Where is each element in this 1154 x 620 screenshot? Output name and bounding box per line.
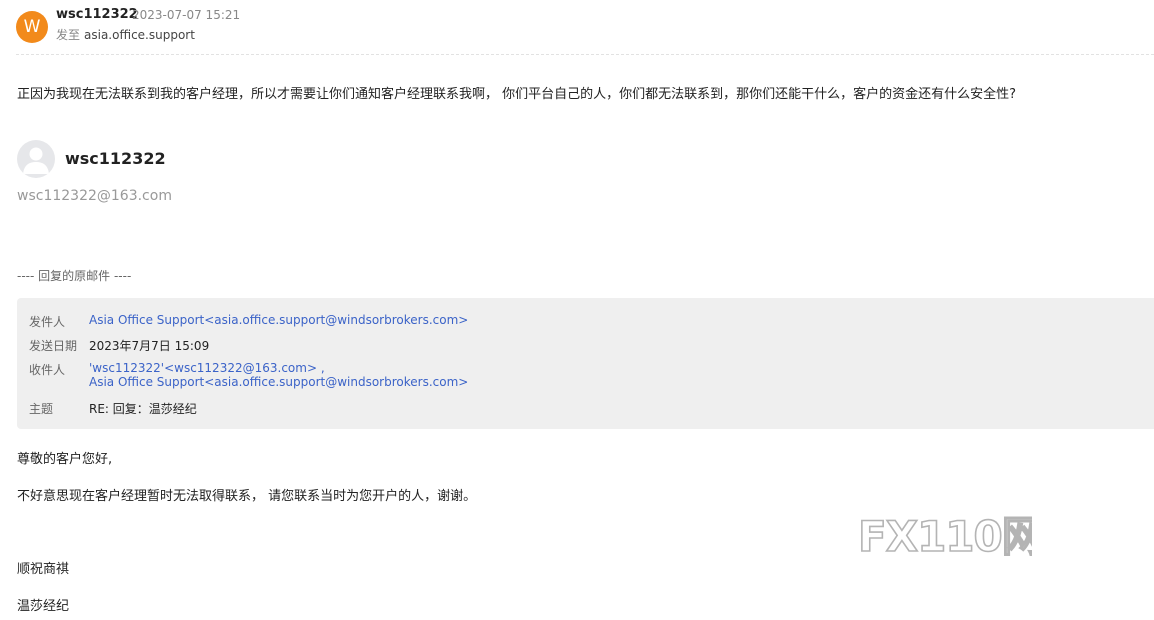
watermark-text: FX110网 <box>858 512 1032 561</box>
original-mail-divider: ---- 回复的原邮件 ---- <box>17 269 132 283</box>
original-to-row: 收件人 'wsc112322'<wsc112322@163.com> , Asia … <box>29 361 468 389</box>
original-subject-row: 主题 RE: 回复：温莎经纪 <box>29 400 197 417</box>
original-from-label: 发件人 <box>29 315 66 329</box>
sender-avatar[interactable]: W <box>16 11 48 43</box>
original-mail-info: 发件人 Asia Office Support<asia.office.suppo… <box>17 298 1154 429</box>
signature-name: wsc112322 <box>65 149 166 168</box>
original-company: 温莎经纪 <box>17 599 70 614</box>
original-to-link-2[interactable]: Asia Office Support<asia.office.support@… <box>89 375 468 389</box>
recipient-label: 发至 <box>56 28 81 42</box>
original-subject-value: RE: 回复：温莎经纪 <box>89 402 197 416</box>
original-from-link[interactable]: Asia Office Support<asia.office.support@… <box>89 313 468 327</box>
original-date-label: 发送日期 <box>29 339 78 353</box>
original-from-row: 发件人 Asia Office Support<asia.office.suppo… <box>29 313 468 330</box>
recipient-name[interactable]: asia.office.support <box>84 28 195 42</box>
message-body: 正因为我现在无法联系到我的客户经理，所以才需要让你们通知客户经理联系我啊， 你们… <box>17 87 1017 102</box>
original-to-label: 收件人 <box>29 363 66 377</box>
original-subject-label: 主题 <box>29 402 54 416</box>
original-date-row: 发送日期 2023年7月7日 15:09 <box>29 337 209 354</box>
sent-time: 2023-07-07 15:21 <box>132 8 241 22</box>
original-greeting: 尊敬的客户您好, <box>17 452 113 467</box>
original-closing: 顺祝商祺 <box>17 562 70 577</box>
sender-name[interactable]: wsc112322 <box>56 7 138 22</box>
fx110-watermark: FX110网 <box>857 511 1032 561</box>
recipient-line: 发至 asia.office.support <box>56 26 195 43</box>
signature-email: wsc112322@163.com <box>17 188 172 204</box>
message-header: W wsc112322 2023-07-07 15:21 发至 asia.offi… <box>16 7 1154 55</box>
signature-avatar <box>17 140 55 178</box>
original-content: 不好意思现在客户经理暂时无法取得联系， 请您联系当时为您开户的人，谢谢。 <box>17 489 477 504</box>
original-to-list: 'wsc112322'<wsc112322@163.com> , Asia Off… <box>89 361 468 389</box>
original-to-link-1[interactable]: 'wsc112322'<wsc112322@163.com> , <box>89 361 325 375</box>
user-icon <box>23 147 49 174</box>
original-date-value: 2023年7月7日 15:09 <box>89 339 210 353</box>
